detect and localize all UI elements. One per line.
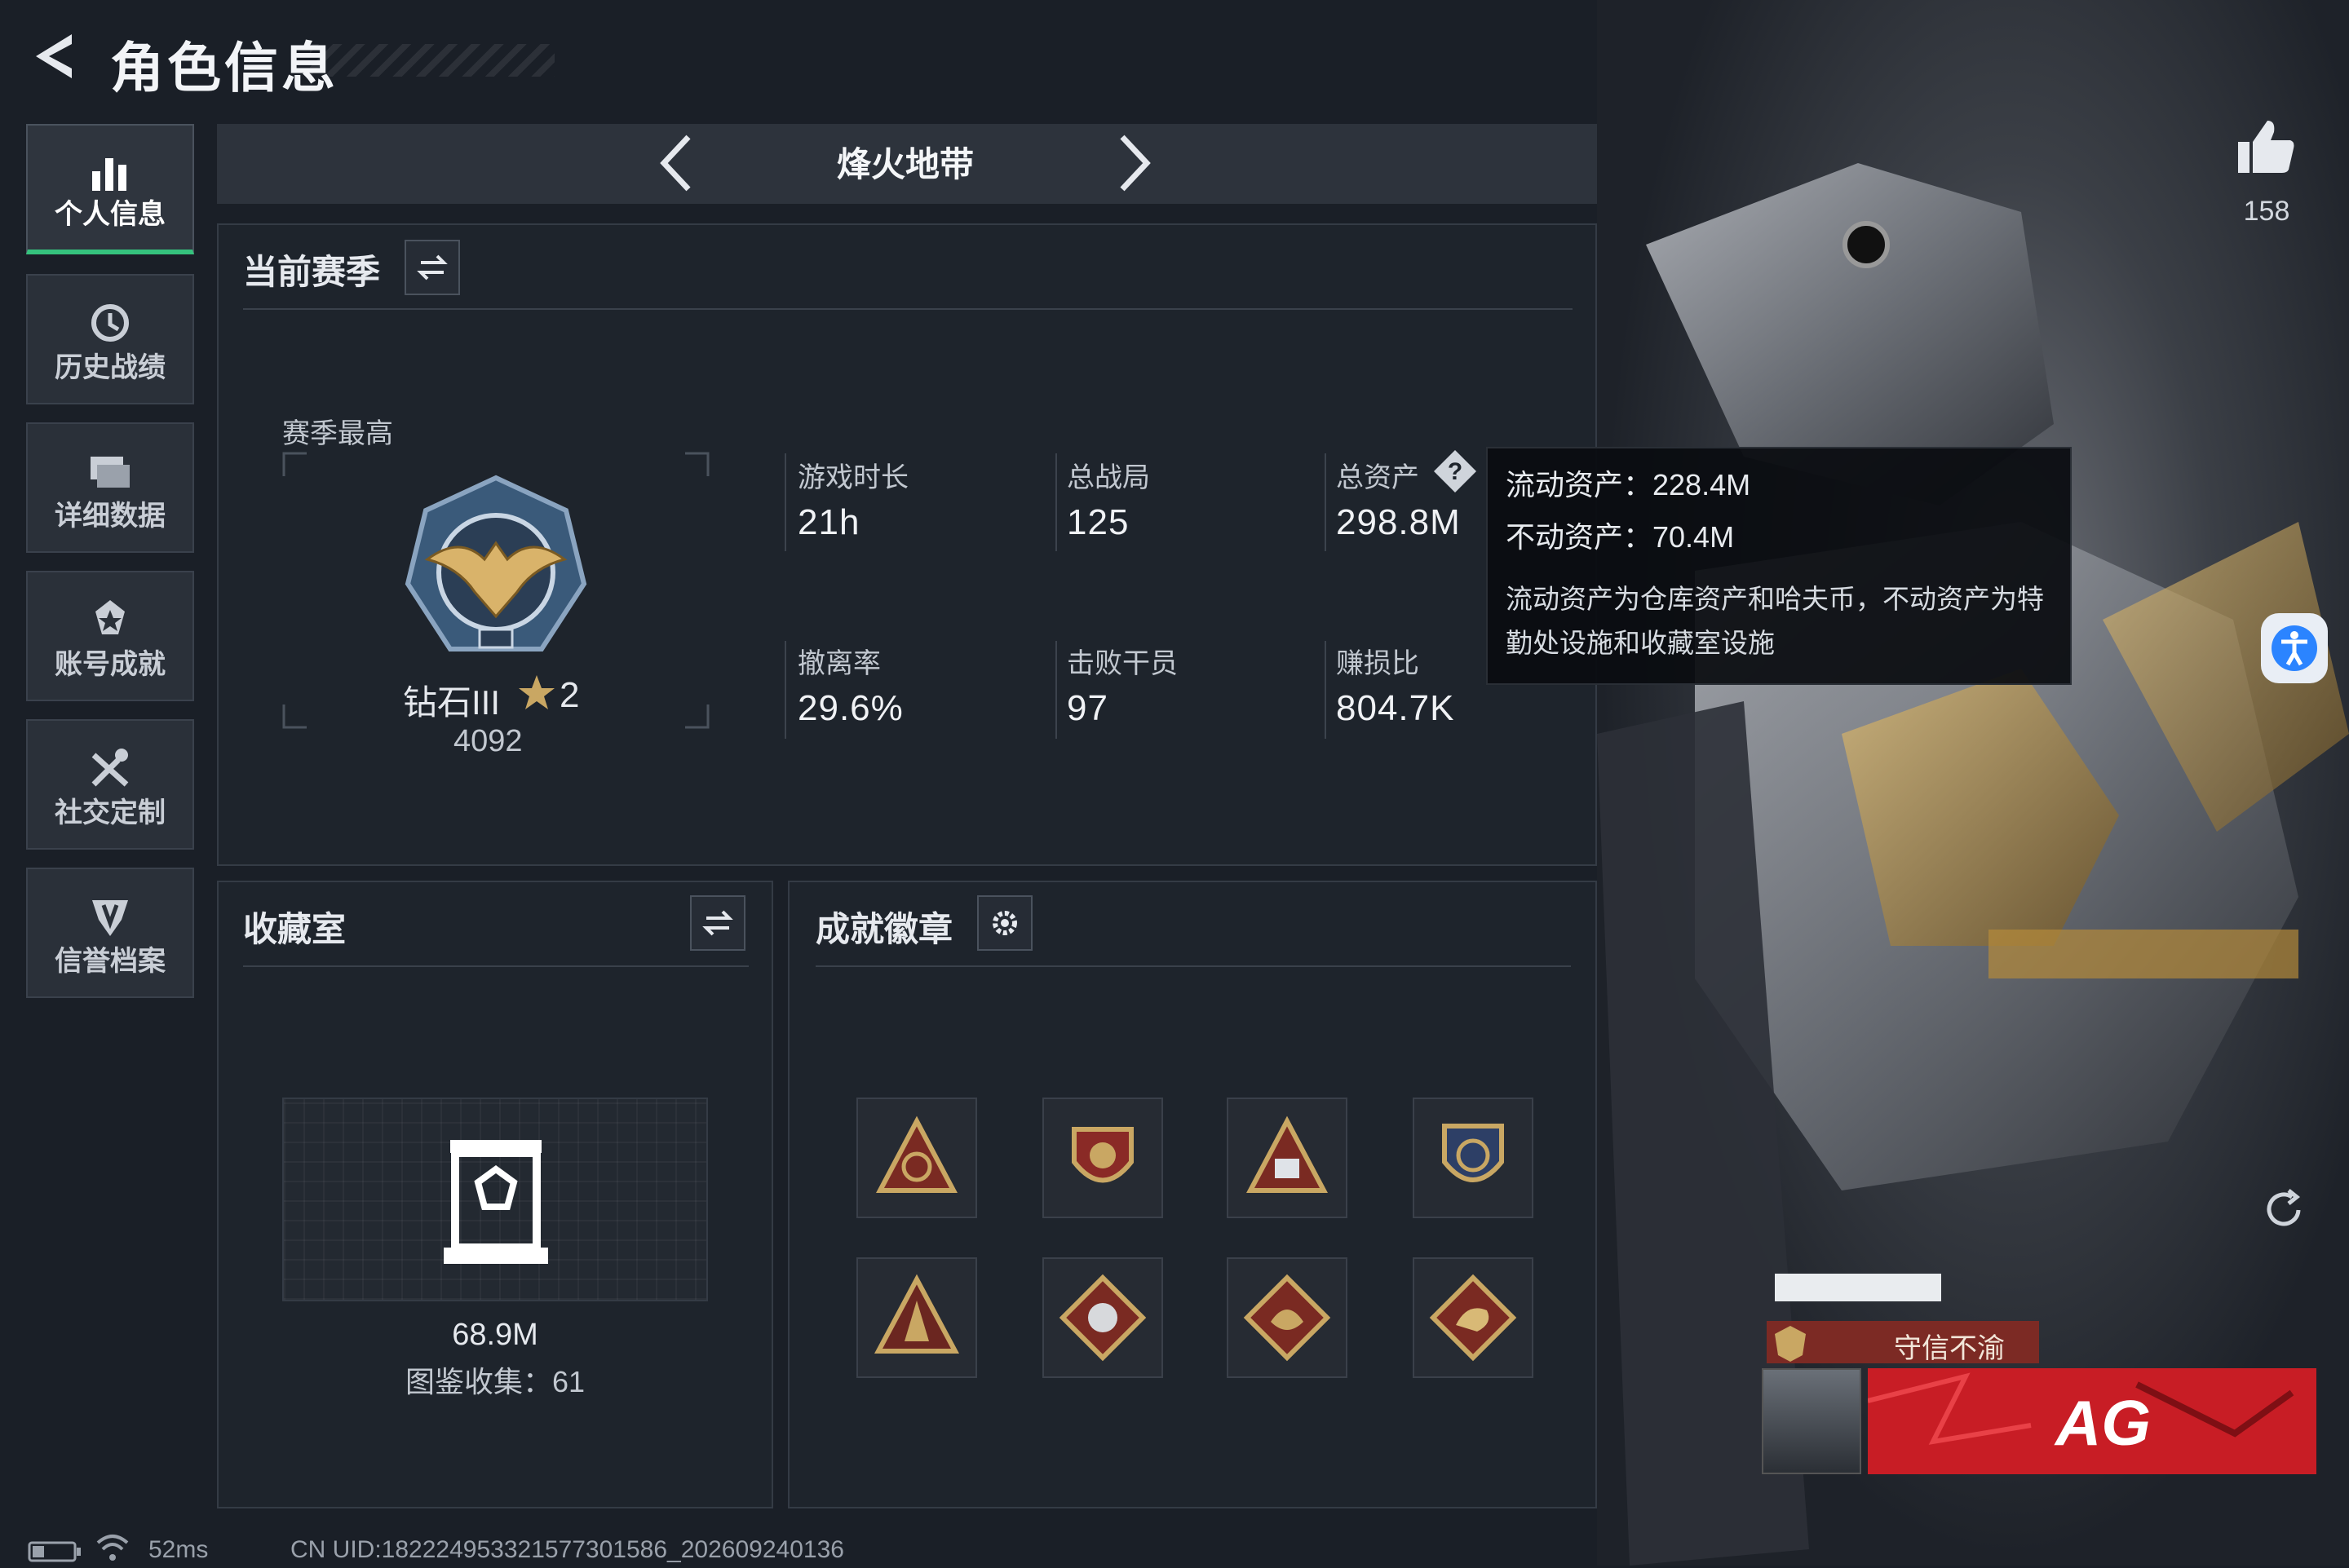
badge-5[interactable] [856, 1257, 977, 1378]
mode-title: 烽火地带 [836, 145, 974, 183]
battery-icon [28, 1539, 82, 1568]
catalog-count: 图鉴收集：61 [405, 1365, 586, 1398]
divider [816, 965, 1571, 967]
nav-label: 历史战绩 [55, 352, 166, 383]
stat-label: 赚损比 [1336, 648, 1419, 679]
title-decoration [310, 44, 555, 77]
diamond-rank-emblem [395, 470, 597, 676]
badge-2[interactable] [1042, 1098, 1163, 1218]
stat-value: 298.8M [1336, 502, 1461, 542]
badges-title: 成就徽章 [816, 910, 953, 948]
divider [1055, 453, 1057, 551]
history-clock-icon [28, 298, 192, 347]
motto-emblem-icon [1770, 1323, 1811, 1367]
shield-icon [28, 892, 192, 941]
season-title: 当前赛季 [243, 253, 381, 291]
nav-credit-record[interactable]: 信誉档案 [26, 868, 194, 998]
back-button[interactable] [24, 28, 90, 93]
accessibility-button[interactable] [2261, 613, 2328, 683]
badge-6[interactable] [1042, 1257, 1163, 1378]
stat-value: 125 [1067, 502, 1130, 542]
nav-label: 社交定制 [55, 797, 166, 828]
season-switch-button[interactable] [405, 240, 460, 295]
collection-value: 68.9M [452, 1318, 538, 1352]
nav-label: 个人信息 [55, 199, 166, 230]
nav-achievements[interactable]: 账号成就 [26, 571, 194, 701]
next-mode-button[interactable] [1104, 130, 1161, 196]
rank-stars: 2 [560, 675, 580, 715]
thumbs-up-icon [2238, 121, 2294, 173]
wifi-icon [95, 1533, 130, 1566]
player-motto: 守信不渝 [1894, 1333, 2005, 1364]
nav-detailed-data[interactable]: 详细数据 [26, 422, 194, 553]
stat-value: 97 [1067, 688, 1108, 728]
stat-label: 总战局 [1067, 462, 1150, 493]
player-avatar[interactable] [1762, 1368, 1861, 1474]
stat-label: 总资产 [1336, 462, 1419, 493]
svg-text:?: ? [1448, 458, 1462, 485]
swap-arrows-icon [702, 910, 733, 936]
team-logo: AG [2055, 1387, 2151, 1459]
stat-label: 游戏时长 [798, 462, 909, 493]
nav-label: 信誉档案 [55, 946, 166, 977]
fixed-assets: 不动资产：70.4M [1506, 520, 1735, 554]
rotate-model-button[interactable] [2259, 1186, 2316, 1243]
nav-history[interactable]: 历史战绩 [26, 274, 194, 404]
nav-social-custom[interactable]: 社交定制 [26, 719, 194, 850]
star-icon [517, 674, 556, 717]
badge-8[interactable] [1413, 1257, 1533, 1378]
folders-icon [28, 447, 192, 496]
collection-display-case[interactable] [282, 1098, 708, 1301]
like-button[interactable] [2233, 114, 2298, 183]
rank-name: 钻石III [403, 683, 501, 722]
badge-4[interactable] [1413, 1098, 1533, 1218]
liquid-assets: 流动资产：228.4M [1506, 468, 1751, 501]
chevron-right-icon [1120, 135, 1151, 192]
network-ping: 52ms [148, 1536, 209, 1563]
stat-value: 21h [798, 502, 860, 542]
bar-chart-icon [28, 148, 192, 197]
badge-3[interactable] [1227, 1098, 1347, 1218]
divider [1055, 641, 1057, 739]
like-count: 158 [2243, 196, 2290, 227]
badges-settings-button[interactable] [977, 895, 1033, 951]
team-banner: AG [1868, 1368, 2316, 1474]
collection-switch-button[interactable] [690, 895, 745, 951]
accessibility-icon [2272, 625, 2317, 671]
stat-label: 撤离率 [798, 648, 881, 679]
gear-icon [993, 911, 1017, 935]
chevron-left-icon [660, 135, 691, 192]
page-title: 角色信息 [110, 38, 338, 98]
nav-label: 详细数据 [55, 501, 166, 532]
back-arrow-icon [36, 34, 72, 78]
stat-value: 804.7K [1336, 688, 1455, 728]
badge-7[interactable] [1227, 1257, 1347, 1378]
nav-personal-info[interactable]: 个人信息 [26, 124, 194, 254]
help-icon[interactable]: ? [1432, 448, 1478, 498]
badge-1[interactable] [856, 1098, 977, 1218]
player-name-redacted [1775, 1274, 1941, 1301]
prev-mode-button[interactable] [649, 130, 706, 196]
tools-icon [28, 744, 192, 793]
player-uid: CN UID:182224953321577301586_20260924013… [290, 1536, 844, 1563]
divider [1325, 453, 1326, 551]
swap-arrows-icon [417, 254, 448, 280]
stat-value: 29.6% [798, 688, 904, 728]
nav-label: 账号成就 [55, 649, 166, 680]
season-best-label: 赛季最高 [282, 418, 393, 449]
divider [785, 641, 786, 739]
achievement-medal-icon [28, 595, 192, 644]
divider [243, 965, 749, 967]
collection-title: 收藏室 [243, 910, 347, 948]
rotate-icon [2267, 1189, 2301, 1226]
stat-label: 击败干员 [1067, 648, 1178, 679]
divider [243, 308, 1573, 310]
asset-tooltip: 流动资产：228.4M 不动资产：70.4M 流动资产为仓库资产和哈夫币，不动资… [1486, 447, 2072, 685]
tooltip-description: 流动资产为仓库资产和哈夫币，不动资产为特勤处设施和收藏室设施 [1506, 584, 2044, 658]
rank-score: 4092 [453, 724, 523, 758]
display-case-icon [444, 1140, 548, 1264]
divider [785, 453, 786, 551]
divider [1325, 641, 1326, 739]
